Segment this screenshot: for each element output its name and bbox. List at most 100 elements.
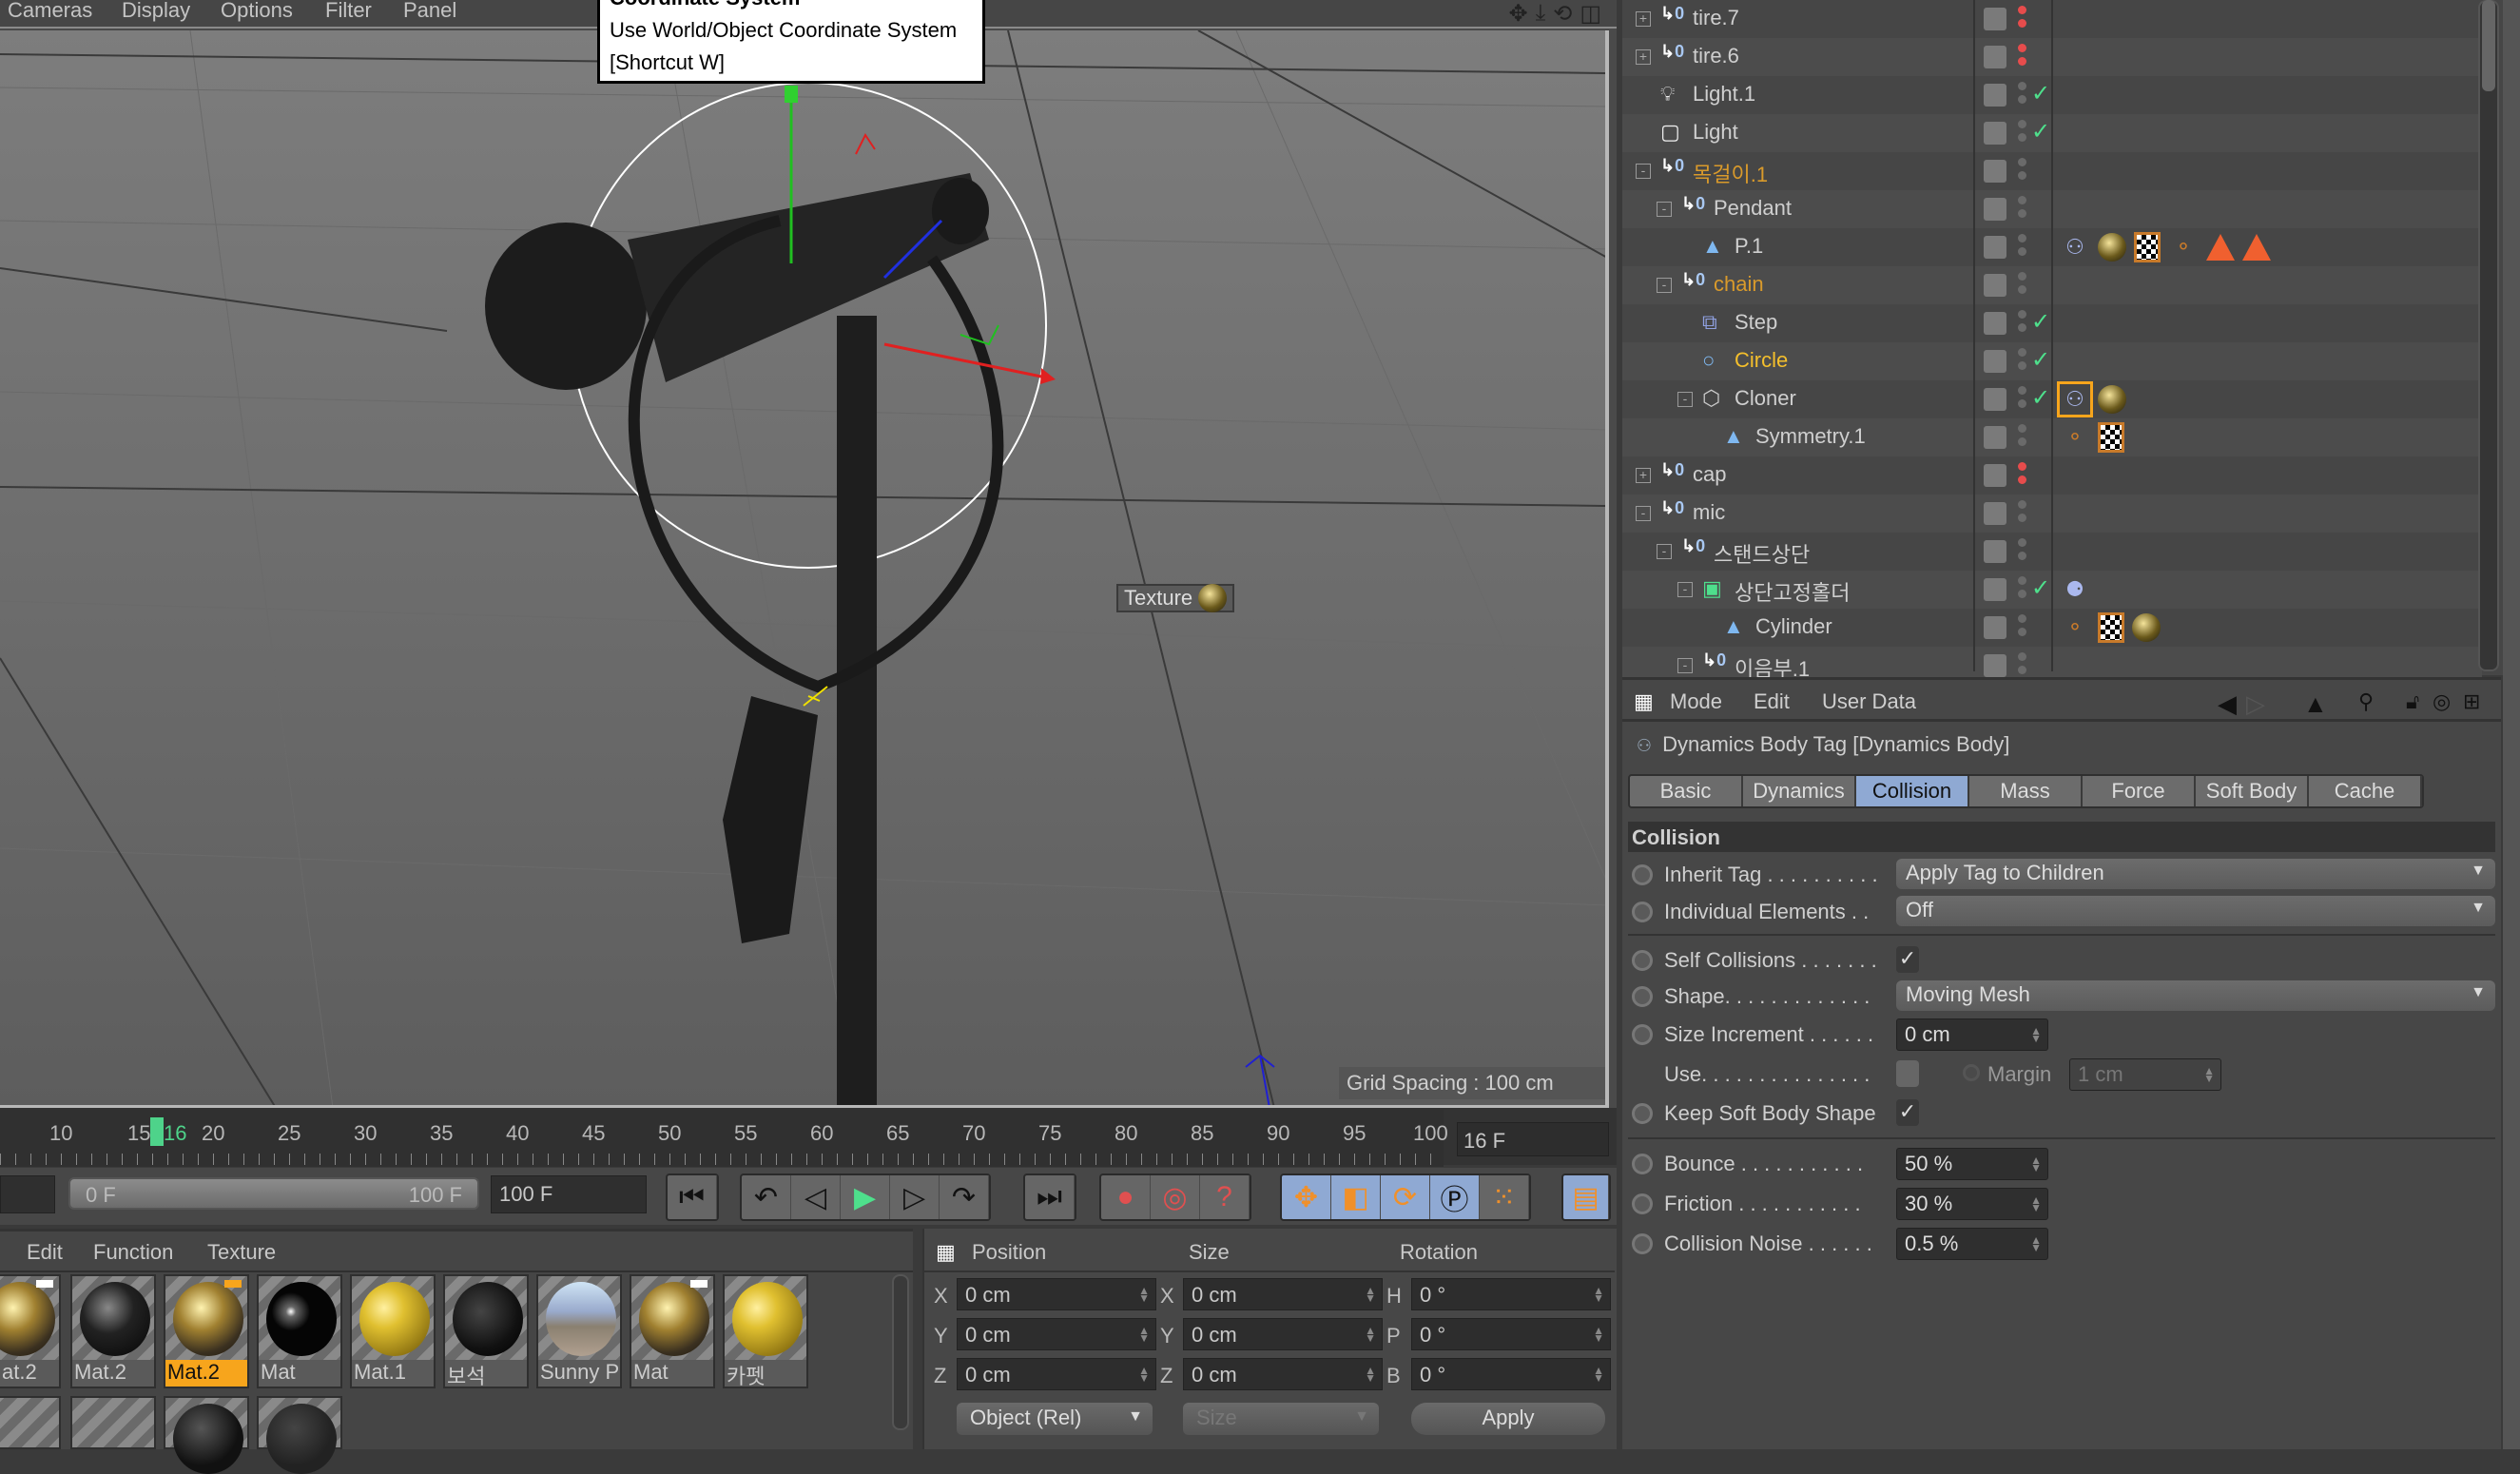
next-key-button[interactable]: ↷ — [940, 1175, 989, 1219]
visibility-dots[interactable] — [2018, 234, 2027, 261]
spinner-icon[interactable]: ▲ ▼ — [2030, 1234, 2042, 1253]
right-tab-strip[interactable] — [2503, 0, 2520, 1449]
layer-icon[interactable] — [1984, 388, 2006, 411]
friction-field[interactable]: 30 % ▲ ▼ — [1896, 1188, 2048, 1220]
object-name[interactable]: mic — [1693, 500, 1725, 525]
menu-function[interactable]: Function — [93, 1240, 173, 1265]
material-swatch[interactable]: 카펫 — [723, 1274, 808, 1388]
self-collisions-checkbox[interactable]: ✓ — [1896, 946, 1919, 973]
texture-tag-icon[interactable] — [2098, 422, 2124, 453]
start-frame-field[interactable] — [0, 1175, 55, 1213]
object-name[interactable]: Light.1 — [1693, 82, 1755, 107]
enabled-check-icon[interactable]: ✓ — [2031, 574, 2050, 602]
visibility-dots[interactable] — [2018, 386, 2027, 413]
spinner-icon[interactable]: ▲ ▼ — [1593, 1325, 1604, 1344]
material-swatch[interactable]: Mat — [630, 1274, 715, 1388]
object-name[interactable]: Circle — [1735, 348, 1788, 373]
menu-mode[interactable]: Mode — [1670, 689, 1722, 714]
collapse-icon[interactable]: - — [1657, 544, 1672, 559]
individual-elements-dropdown[interactable]: Off ▼ — [1896, 896, 2495, 926]
material-tag-icon[interactable] — [2098, 233, 2126, 262]
keep-soft-body-shape-checkbox[interactable]: ✓ — [1896, 1099, 1919, 1126]
visibility-dots[interactable] — [2018, 310, 2027, 337]
rotation-p-field[interactable]: 0 ° ▲ ▼ — [1411, 1318, 1611, 1350]
material-swatch[interactable]: 보석 — [443, 1274, 529, 1388]
layer-icon[interactable] — [1984, 312, 2006, 335]
layer-icon[interactable] — [1984, 350, 2006, 373]
spinner-icon[interactable]: ▲ ▼ — [1138, 1285, 1150, 1304]
grip-icon[interactable]: ▦ — [936, 1240, 956, 1265]
material-swatch-selected[interactable]: Mat.2 — [164, 1274, 249, 1388]
go-to-end-button[interactable]: ⏭ — [1025, 1175, 1075, 1219]
object-name[interactable]: 스탠드상단 — [1714, 538, 1810, 569]
spinner-icon[interactable]: ▲ ▼ — [2030, 1154, 2042, 1173]
previous-frame-button[interactable]: ◁ — [791, 1175, 841, 1219]
object-name[interactable]: Light — [1693, 120, 1738, 145]
visibility-dots[interactable] — [2018, 576, 2027, 603]
size-z-field[interactable]: 0 cm ▲ ▼ — [1183, 1358, 1383, 1390]
bounce-field[interactable]: 50 % ▲ ▼ — [1896, 1148, 2048, 1180]
layer-icon[interactable] — [1984, 616, 2006, 639]
tab-collision[interactable]: Collision — [1856, 776, 1969, 806]
end-frame-field[interactable]: 100 F — [491, 1175, 647, 1213]
play-forward-button[interactable]: ▶ — [841, 1175, 890, 1219]
warning-tag-icon[interactable] — [2242, 234, 2271, 261]
apply-button[interactable]: Apply — [1411, 1403, 1605, 1435]
collision-noise-field[interactable]: 0.5 % ▲ ▼ — [1896, 1228, 2048, 1260]
size-x-field[interactable]: 0 cm ▲ ▼ — [1183, 1278, 1383, 1310]
menu-filter[interactable]: Filter — [325, 0, 372, 21]
menu-edit[interactable]: Edit — [1754, 689, 1790, 714]
material-swatch[interactable] — [257, 1396, 342, 1474]
inherit-tag-dropdown[interactable]: Apply Tag to Children ▼ — [1896, 859, 2495, 889]
expand-icon[interactable]: + — [1636, 468, 1651, 483]
visibility-dots[interactable] — [2018, 538, 2027, 565]
record-active-objects-button[interactable]: ● — [1101, 1175, 1151, 1219]
spinner-icon[interactable]: ▲ ▼ — [1365, 1285, 1376, 1304]
phong-tag-icon[interactable]: ⚬ — [2060, 612, 2090, 643]
material-swatch[interactable]: Mat — [257, 1274, 342, 1388]
layer-icon[interactable] — [1984, 578, 2006, 601]
animate-radio[interactable] — [1632, 1193, 1653, 1214]
timeline-playhead[interactable] — [150, 1117, 164, 1146]
keyframe-selection-button[interactable]: ? — [1200, 1175, 1250, 1219]
margin-animate-radio[interactable] — [1963, 1064, 1980, 1081]
animate-radio[interactable] — [1632, 1103, 1653, 1124]
key-parameter-button[interactable]: Ⓟ — [1430, 1175, 1480, 1219]
animate-radio[interactable] — [1632, 986, 1653, 1007]
expand-icon[interactable]: + — [1636, 49, 1651, 65]
visibility-dots[interactable] — [2018, 120, 2027, 146]
visibility-dots[interactable] — [2018, 82, 2027, 108]
visibility-dots[interactable] — [2018, 44, 2027, 70]
layer-icon[interactable] — [1984, 426, 2006, 449]
tab-mass[interactable]: Mass — [1969, 776, 2083, 806]
lock-icon[interactable]: 🔓︎ — [2406, 689, 2419, 714]
animate-radio[interactable] — [1632, 902, 1653, 922]
animate-radio[interactable] — [1632, 950, 1653, 971]
object-name[interactable]: Pendant — [1714, 196, 1792, 221]
visibility-dots[interactable] — [2018, 652, 2027, 679]
dynamics-body-tag-icon[interactable]: ⚇ — [2060, 232, 2090, 262]
move-view-icon[interactable]: ✥ — [1508, 0, 1527, 27]
rotation-b-field[interactable]: 0 ° ▲ ▼ — [1411, 1358, 1611, 1390]
collapse-icon[interactable]: - — [1657, 202, 1672, 217]
next-frame-button[interactable]: ▷ — [890, 1175, 940, 1219]
menu-panel[interactable]: Panel — [403, 0, 456, 21]
layer-icon[interactable] — [1984, 274, 2006, 297]
enabled-check-icon[interactable]: ✓ — [2031, 346, 2050, 374]
size-y-field[interactable]: 0 cm ▲ ▼ — [1183, 1318, 1383, 1350]
object-name[interactable]: Cylinder — [1755, 614, 1832, 639]
timeline-scheme-button[interactable]: ▤ — [1563, 1175, 1609, 1219]
object-name[interactable]: tire.7 — [1693, 6, 1739, 30]
back-arrow-icon[interactable]: ◀ — [2218, 689, 2237, 719]
menu-options[interactable]: Options — [221, 0, 293, 21]
material-swatch[interactable] — [164, 1396, 249, 1474]
coordinate-mode-dropdown[interactable]: Object (Rel) ▼ — [957, 1403, 1153, 1435]
enabled-check-icon[interactable]: ✓ — [2031, 308, 2050, 336]
object-name[interactable]: Step — [1735, 310, 1777, 335]
object-name[interactable]: cap — [1693, 462, 1726, 487]
visibility-dots[interactable] — [2018, 196, 2027, 223]
layer-icon[interactable] — [1984, 502, 2006, 525]
spinner-icon[interactable]: ▲ ▼ — [1138, 1365, 1150, 1384]
object-name[interactable]: 상단고정홀더 — [1735, 576, 1850, 607]
animate-radio[interactable] — [1632, 1024, 1653, 1045]
